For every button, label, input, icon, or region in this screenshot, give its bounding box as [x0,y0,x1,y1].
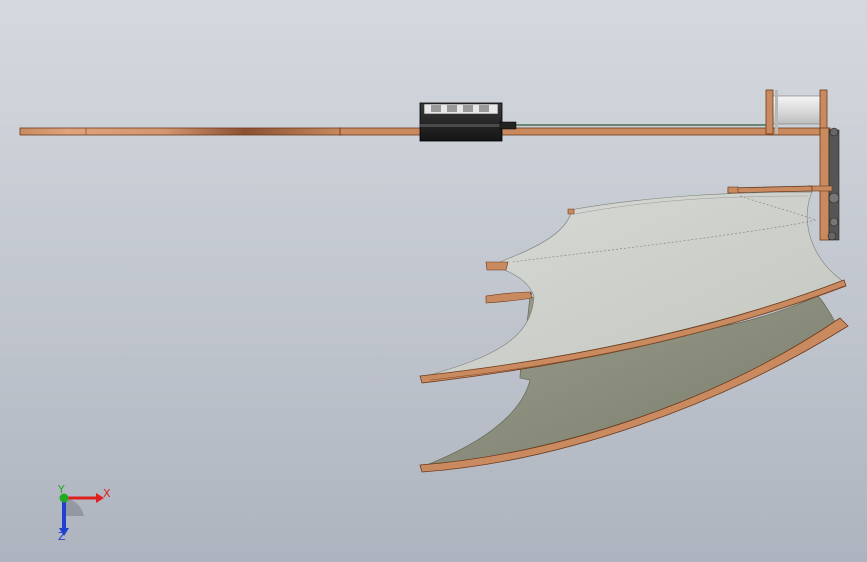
x-axis-label: X [103,487,111,500]
spool-drum[interactable] [765,89,828,135]
upper-wing-rib-lower[interactable] [485,291,533,304]
z-axis-label: Z [58,530,66,543]
upper-wing-rib-top[interactable] [567,208,575,215]
wing-mechanism-model[interactable] [0,0,867,562]
motor-block[interactable] [419,102,517,142]
triad-axes [59,493,104,536]
upper-wing-rib-middle[interactable] [485,261,509,271]
y-axis-label: Y [58,483,65,496]
cad-viewport[interactable]: X Y Z [0,0,867,562]
coordinate-triad: X Y Z [44,482,124,552]
vertical-support[interactable] [807,127,840,241]
